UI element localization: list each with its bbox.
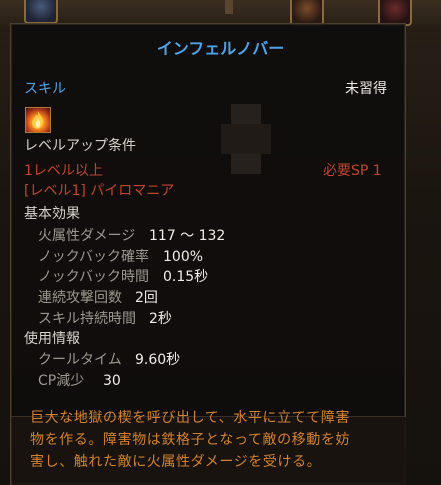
- description-line: 物を作る。障害物は鉄格子となって敵の移動を妨: [30, 432, 351, 448]
- frame-divider: [225, 0, 233, 14]
- usage-value: 30: [103, 373, 121, 389]
- effect-value-cell: 0.15秒: [163, 268, 208, 286]
- effect-row: 連続攻撃回数: [38, 289, 122, 307]
- skill-name: インフェルノバー: [156, 39, 285, 58]
- faint-emblem-icon: [221, 104, 271, 174]
- effect-value: 100%: [163, 249, 204, 265]
- usage-label: CP減少: [38, 373, 85, 389]
- description-line: 害し、触れた敵に火属性ダメージを受ける。: [30, 454, 322, 470]
- effect-value-cell: 2回: [135, 289, 158, 307]
- effect-value: 0.15秒: [163, 269, 209, 285]
- skill-type-label: スキル: [24, 81, 66, 97]
- effect-value-cell: 100%: [163, 248, 203, 266]
- required-sp: 必要SP 1: [323, 163, 382, 179]
- description-line: 巨大な地獄の楔を呼び出して、水平に立てて障害: [30, 410, 351, 426]
- basic-effects-title: 基本効果: [24, 206, 80, 222]
- usage-label: クールタイム: [38, 352, 122, 368]
- usage-value: 9.60秒: [135, 352, 181, 368]
- requirements-title: レベルアップ条件: [24, 138, 136, 154]
- usage-info-title: 使用情報: [24, 331, 80, 347]
- effect-value: 2回: [135, 290, 158, 306]
- usage-row: クールタイム: [38, 351, 122, 369]
- effect-label: ノックバック時間: [38, 269, 150, 285]
- effect-row: ノックバック確率: [38, 248, 149, 266]
- effect-label: 火属性ダメージ: [38, 228, 136, 244]
- effect-row: 火属性ダメージ: [38, 227, 135, 245]
- usage-value-cell: 30: [103, 372, 121, 390]
- flame-icon: [25, 107, 51, 133]
- usage-row: CP減少: [38, 372, 84, 390]
- prerequisite-skill: [レベル1] パイロマニア: [24, 183, 175, 199]
- effect-row: スキル持続時間: [38, 310, 136, 328]
- effect-value: 2秒: [149, 311, 172, 327]
- effect-value: 117 ～ 132: [149, 228, 226, 244]
- skill-slot-icon[interactable]: [24, 0, 58, 24]
- effect-label: ノックバック確率: [38, 249, 150, 265]
- effect-value-cell: 2秒: [149, 310, 172, 328]
- effect-value-cell: 117 ～ 132: [149, 227, 225, 245]
- usage-value-cell: 9.60秒: [135, 351, 180, 369]
- effect-row: ノックバック時間: [38, 268, 149, 286]
- effect-label: スキル持続時間: [38, 311, 136, 327]
- required-level: 1レベル以上: [24, 163, 103, 179]
- learn-status: 未習得: [345, 81, 387, 97]
- skill-description: 巨大な地獄の楔を呼び出して、水平に立てて障害 物を作る。障害物は鉄格子となって敵…: [30, 407, 390, 473]
- effect-label: 連続攻撃回数: [38, 290, 122, 306]
